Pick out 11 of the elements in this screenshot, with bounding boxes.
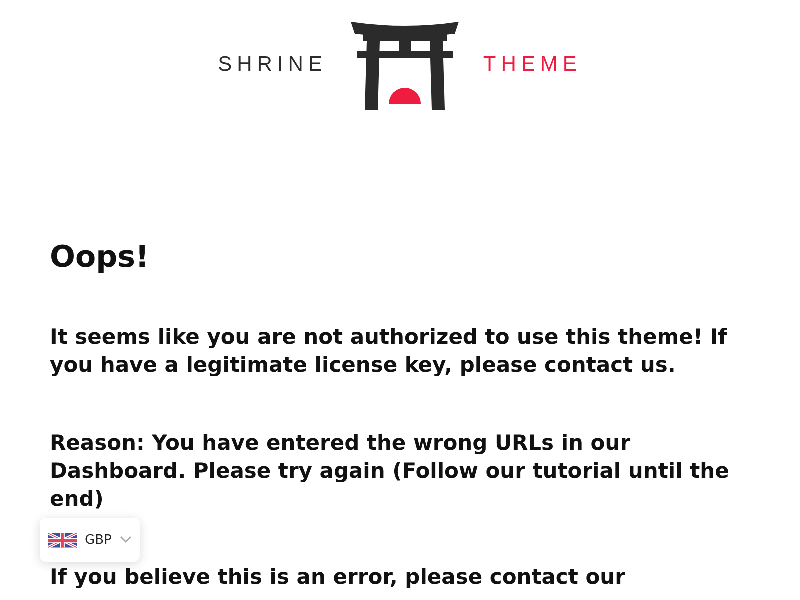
logo-text: SHRINE [218,53,328,77]
torii-gate-logo-icon [349,20,462,110]
currency-selector[interactable]: GBP [40,518,140,562]
message-paragraph: Reason: You have entered the wrong URLs in our Dashboard. Please try again (Follow our tutorial until the end) [50,430,730,513]
logo-text: THEME [483,53,582,77]
chevron-down-icon [120,536,132,544]
message-paragraph: It seems like you are not authorized to use this theme! If you have a legitimate license key, please contact us. [50,324,728,379]
message-paragraph: If you believe this is an error, please contact our [50,564,626,591]
union-flag-icon [48,530,77,550]
currency-code: GBP [85,532,112,548]
page-heading: Oops! [50,240,150,275]
